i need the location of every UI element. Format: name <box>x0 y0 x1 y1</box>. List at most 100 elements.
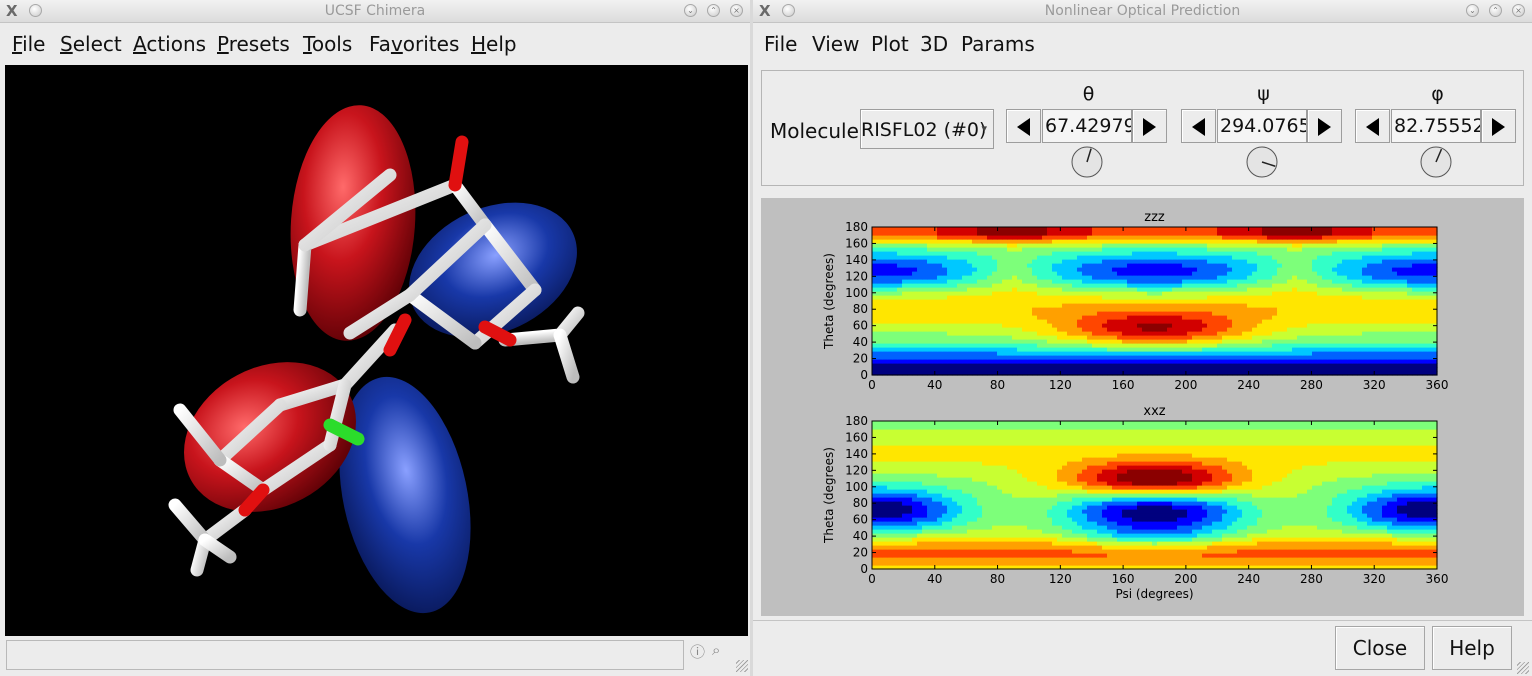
contour-cell <box>1247 307 1253 312</box>
contour-cell <box>1217 553 1223 558</box>
contour-cell <box>982 291 988 296</box>
contour-cell <box>872 359 878 364</box>
contour-cell <box>957 339 963 344</box>
contour-cell <box>1067 299 1073 304</box>
menu-actions[interactable]: Actions <box>133 32 206 56</box>
phi-decrement-button[interactable] <box>1355 109 1390 143</box>
contour-cell <box>1012 255 1018 260</box>
maximize-icon[interactable]: ⌃ <box>707 4 720 17</box>
theta-input[interactable] <box>1042 109 1132 143</box>
theta-decrement-button[interactable] <box>1006 109 1041 143</box>
contour-cell <box>927 339 933 344</box>
menu-favorites[interactable]: Favorites <box>369 32 459 56</box>
minimize-icon[interactable]: ⌄ <box>684 4 697 17</box>
close-icon[interactable]: × <box>1512 4 1525 17</box>
phi-input[interactable] <box>1391 109 1481 143</box>
contour-cell <box>902 323 908 328</box>
menu-plot[interactable]: Plot <box>871 32 909 56</box>
minimize-icon[interactable]: ⌄ <box>1466 4 1479 17</box>
phi-increment-button[interactable] <box>1481 109 1516 143</box>
contour-cell <box>877 251 883 256</box>
contour-cell <box>942 335 948 340</box>
psi-decrement-button[interactable] <box>1181 109 1216 143</box>
contour-cell <box>1367 263 1373 268</box>
contour-cell <box>962 343 968 348</box>
contour-cell <box>1287 235 1293 240</box>
contour-cell <box>1047 279 1053 284</box>
contour-cell <box>1052 323 1058 328</box>
contour-cell <box>957 363 963 368</box>
contour-cell <box>1112 561 1118 566</box>
contour-cell <box>1302 243 1308 248</box>
contour-cell <box>1317 557 1323 562</box>
contour-cell <box>1347 311 1353 316</box>
contour-cell <box>1422 557 1428 562</box>
contour-cell <box>1307 343 1313 348</box>
menu-3d[interactable]: 3D <box>920 32 948 56</box>
menu-help[interactable]: Help <box>471 32 517 56</box>
theta-increment-button[interactable] <box>1132 109 1167 143</box>
contour-cell <box>1082 311 1088 316</box>
psi-increment-button[interactable] <box>1307 109 1342 143</box>
contour-cell <box>1257 367 1263 372</box>
molecule-select[interactable]: RISFL02 (#0) ▾ <box>860 109 994 149</box>
contour-cell <box>1372 295 1378 300</box>
menu-tools[interactable]: Tools <box>303 32 352 56</box>
contour-cell <box>957 545 963 550</box>
contour-cell <box>942 283 948 288</box>
contour-cell <box>1292 327 1298 332</box>
contour-cell <box>1027 339 1033 344</box>
contour-cell <box>952 561 958 566</box>
contour-cell <box>1002 299 1008 304</box>
magnifier-icon[interactable]: ⌕ <box>712 641 720 659</box>
contour-cell <box>922 299 928 304</box>
contour-cell <box>942 271 948 276</box>
contour-cell <box>1347 545 1353 550</box>
menu-select[interactable]: Select <box>60 32 122 56</box>
menu-file[interactable]: File <box>764 32 797 56</box>
chimera-titlebar[interactable]: X UCSF Chimera ⌄ ⌃ × <box>0 0 750 23</box>
contour-cell <box>1167 303 1173 308</box>
maximize-icon[interactable]: ⌃ <box>1489 4 1502 17</box>
molecule-viewport[interactable] <box>5 65 748 636</box>
contour-cell <box>947 235 953 240</box>
resize-grip-icon[interactable] <box>736 660 748 672</box>
contour-cell <box>1222 343 1228 348</box>
contour-cell <box>1037 251 1043 256</box>
contour-cell <box>942 295 948 300</box>
contour-cell <box>1232 335 1238 340</box>
contour-cell <box>1182 553 1188 558</box>
contour-cell <box>1212 239 1218 244</box>
menu-params[interactable]: Params <box>961 32 1035 56</box>
menu-presets[interactable]: Presets <box>217 32 290 56</box>
contour-cell <box>1022 287 1028 292</box>
contour-cell <box>1337 255 1343 260</box>
contour-cell <box>1047 311 1053 316</box>
menu-file[interactable]: File <box>12 32 45 56</box>
contour-cell <box>1267 561 1273 566</box>
contour-cell <box>1107 267 1113 272</box>
menu-view[interactable]: View <box>812 32 859 56</box>
theta-dial[interactable] <box>1070 145 1104 179</box>
contour-cell <box>1232 275 1238 280</box>
contour-cell <box>927 335 933 340</box>
nlo-titlebar[interactable]: X Nonlinear Optical Prediction ⌄ ⌃ × <box>753 0 1532 23</box>
contour-cell <box>1272 227 1278 232</box>
contour-cell <box>982 351 988 356</box>
contour-cell <box>1422 351 1428 356</box>
close-icon[interactable]: × <box>730 4 743 17</box>
contour-cell <box>1107 553 1113 558</box>
contour-cell <box>1102 315 1108 320</box>
contour-cell <box>972 331 978 336</box>
contour-cell <box>1067 267 1073 272</box>
contour-cell <box>902 315 908 320</box>
phi-dial[interactable] <box>1419 145 1453 179</box>
psi-dial[interactable] <box>1245 145 1279 179</box>
contour-cell <box>1157 315 1163 320</box>
psi-input[interactable] <box>1217 109 1307 143</box>
contour-cell <box>1352 331 1358 336</box>
contour-cell <box>1107 335 1113 340</box>
info-icon[interactable]: ⓘ <box>690 641 705 662</box>
contour-cell <box>1312 367 1318 372</box>
contour-cell <box>1137 243 1143 248</box>
